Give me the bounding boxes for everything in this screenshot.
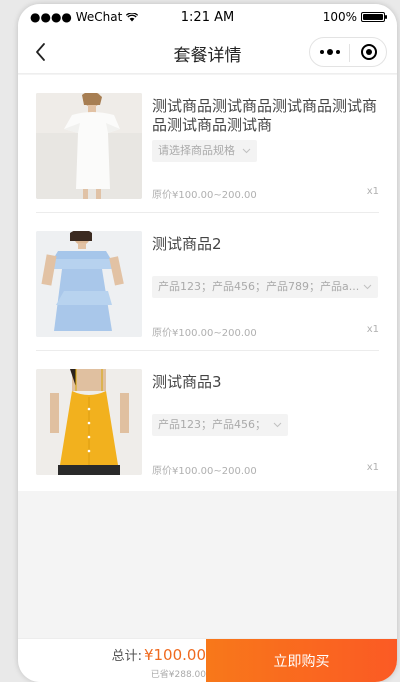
target-icon <box>361 44 377 60</box>
battery-status: 100% <box>322 10 387 24</box>
buy-now-button[interactable]: 立即购买 <box>206 639 397 682</box>
product-image-yellow-top[interactable] <box>36 369 142 475</box>
product-name: 测试商品2 <box>152 235 222 253</box>
chevron-down-icon <box>363 284 372 290</box>
product-original-price: 原价¥100.00~200.00 <box>152 190 257 201</box>
close-mini-program-button[interactable] <box>350 38 388 66</box>
phone-frame: ●●●● WeChat 1:21 AM 100% 套餐详情 测试商品测试商品测试… <box>18 4 397 682</box>
spec-text: 产品123；产品456； <box>158 418 266 431</box>
checkout-bar: 总计: ¥100.00 已省¥288.00 立即购买 <box>18 638 397 682</box>
product-item[interactable]: 测试商品测试商品测试商品测试商品测试商品测试商 请选择商品规格 原价¥100.0… <box>18 75 397 213</box>
product-name: 测试商品3 <box>152 373 222 391</box>
product-quantity: x1 <box>366 186 379 197</box>
battery-percent: 100% <box>322 10 357 24</box>
chevron-down-icon <box>242 148 251 154</box>
product-original-price: 原价¥100.00~200.00 <box>152 466 257 477</box>
total-summary: 总计: ¥100.00 已省¥288.00 <box>18 639 206 682</box>
spec-text: 请选择商品规格 <box>158 144 235 157</box>
product-item[interactable]: 测试商品3 产品123；产品456； 原价¥100.00~200.00 x1 <box>18 351 397 489</box>
more-dots-icon <box>335 50 340 54</box>
total-amount: ¥100.00 <box>143 646 206 664</box>
spec-selector[interactable]: 产品123；产品456； <box>152 414 288 436</box>
chevron-down-icon <box>273 422 282 428</box>
spec-text: 产品123；产品456；产品789；产品a... <box>158 280 360 293</box>
navigation-bar: 套餐详情 <box>18 30 397 74</box>
spec-selector[interactable]: 请选择商品规格 <box>152 140 257 162</box>
product-item[interactable]: 测试商品2 产品123；产品456；产品789；产品a... 原价¥100.00… <box>18 213 397 351</box>
status-bar: ●●●● WeChat 1:21 AM 100% <box>18 4 397 30</box>
total-label: 总计: ¥100.00 <box>112 645 206 664</box>
spec-selector[interactable]: 产品123；产品456；产品789；产品a... <box>152 276 378 298</box>
product-quantity: x1 <box>366 462 379 473</box>
mini-program-capsule <box>309 37 387 67</box>
total-label-text: 总计: <box>111 649 142 664</box>
product-name: 测试商品测试商品测试商品测试商品测试商品测试商 <box>152 97 378 134</box>
product-original-price: 原价¥100.00~200.00 <box>152 328 257 339</box>
product-quantity: x1 <box>366 324 379 335</box>
more-button[interactable] <box>310 38 349 66</box>
battery-icon <box>361 12 387 22</box>
product-image-blue-dress[interactable] <box>36 231 142 337</box>
battery-level <box>363 14 383 20</box>
saved-amount: 已省¥288.00 <box>150 670 206 680</box>
product-image-white-dress[interactable] <box>36 93 142 199</box>
more-dots-icon <box>326 49 333 55</box>
product-list: 测试商品测试商品测试商品测试商品测试商品测试商 请选择商品规格 原价¥100.0… <box>18 75 397 491</box>
more-dots-icon <box>319 50 324 54</box>
